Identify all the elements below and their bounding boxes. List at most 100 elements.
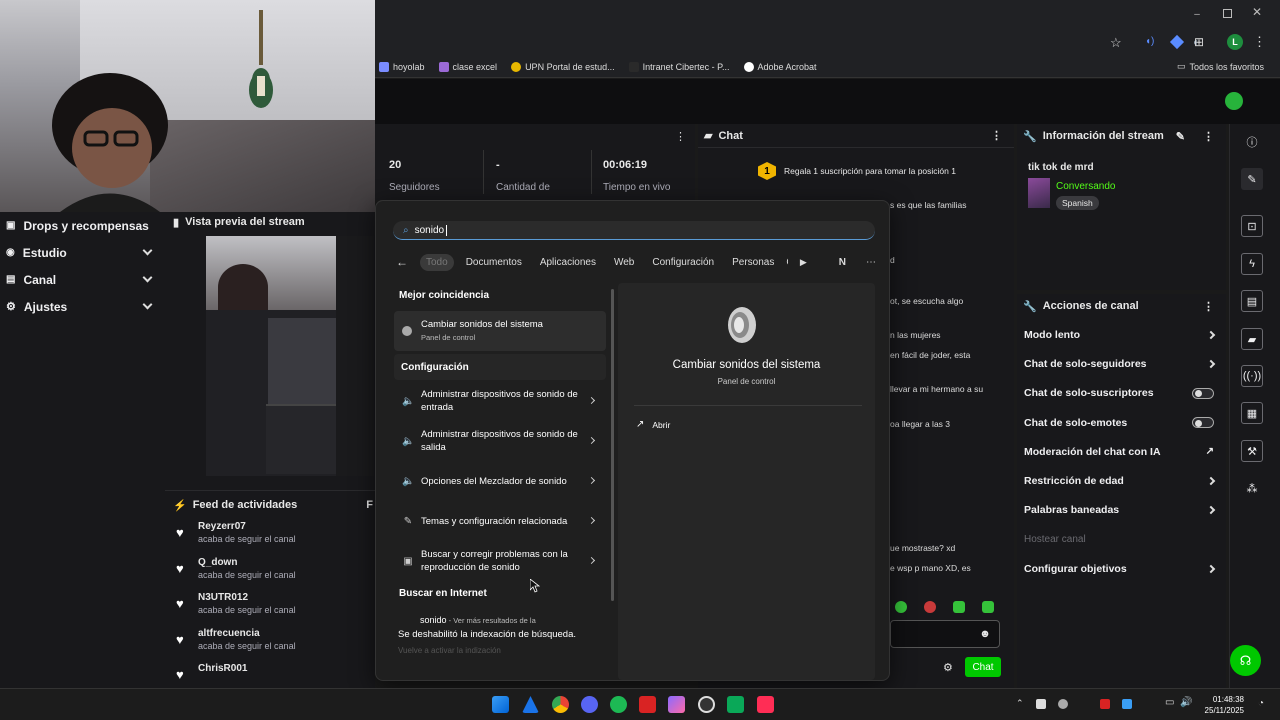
gift-sub-banner[interactable]: 1 Regala 1 suscripción para tomar la pos… [758, 162, 956, 180]
feed-item[interactable]: ♥ altfrecuencia acaba de seguir el canal [165, 626, 375, 662]
chat-send-button[interactable]: Chat [965, 657, 1001, 677]
start-button-icon[interactable] [492, 696, 509, 713]
notification-bell-icon[interactable]: ◔ [1258, 698, 1264, 709]
info-icon[interactable]: ⓘ [1241, 131, 1263, 153]
filter-all[interactable]: Todo [420, 253, 454, 271]
search-input[interactable]: ⌕ sonido [393, 221, 875, 240]
settings-result[interactable]: 🔈 Administrar dispositivos de sonido de e… [394, 381, 606, 421]
filter-apps[interactable]: Aplicaciones [534, 254, 602, 271]
filter-documents[interactable]: Documentos [460, 254, 528, 271]
filter-settings[interactable]: Configuración [646, 254, 720, 271]
action-followers-only[interactable]: Chat de solo-seguidores [1017, 349, 1226, 378]
file-explorer-icon[interactable] [522, 696, 539, 713]
extensions-puzzle-icon[interactable]: ⊞ [1192, 35, 1206, 49]
nav-estudio[interactable]: ◉ Estudio [0, 239, 165, 266]
emote-icon[interactable] [924, 601, 936, 613]
best-match-result[interactable]: Cambiar sonidos del sistema Panel de cont… [394, 311, 606, 351]
menu-kebab-icon[interactable]: ⋮ [675, 130, 686, 143]
edit-pencil-icon[interactable]: ✎ [1241, 168, 1263, 190]
chrome-icon[interactable] [552, 696, 569, 713]
emote-icon[interactable] [895, 601, 907, 613]
chevron-up-icon[interactable]: ⌃ [1016, 698, 1024, 709]
all-favorites-folder[interactable]: ▭ Todos los favoritos [1177, 61, 1264, 72]
settings-result[interactable]: ✎ Temas y configuración relacionada [394, 501, 606, 541]
filter-web[interactable]: Web [608, 254, 640, 271]
user-initial[interactable]: N [839, 257, 846, 268]
gear-icon[interactable]: ⚙ [943, 661, 953, 674]
youtube-icon[interactable] [639, 696, 656, 713]
bookmark-clase-excel[interactable]: clase excel [438, 61, 497, 72]
settings-result[interactable]: 🔈 Opciones del Mezclador de sonido [394, 461, 606, 501]
filter-more[interactable]: C [786, 254, 788, 271]
category-box-art[interactable] [1028, 178, 1050, 208]
app-icon[interactable] [668, 696, 685, 713]
feed-item[interactable]: ♥ Reyzerr07 acaba de seguir el canal [165, 519, 375, 555]
category-link[interactable]: Conversando [1056, 181, 1115, 192]
layout-icon[interactable]: ▦ [1241, 402, 1263, 424]
bookmark-upn[interactable]: UPN Portal de estud... [511, 61, 615, 72]
obs-icon[interactable] [698, 696, 715, 713]
tiktok-icon[interactable] [757, 696, 774, 713]
filter-people[interactable]: Personas [726, 254, 780, 271]
settings-result[interactable]: 🔈 Administrar dispositivos de sonido de s… [394, 421, 606, 461]
menu-kebab-icon[interactable]: ⋮ [1203, 130, 1214, 143]
tray-app-icon[interactable] [1122, 699, 1132, 709]
emote-only-toggle[interactable] [1192, 417, 1214, 429]
twitch-studio-icon[interactable] [727, 696, 744, 713]
wrench-icon[interactable]: ⚒ [1241, 440, 1263, 462]
emoji-icon[interactable]: ☻ [979, 628, 991, 640]
chat-bubble-icon[interactable]: ▰ [1241, 328, 1263, 350]
settings-result[interactable]: ▣ Buscar y corregir problemas con la repr… [394, 541, 606, 581]
broadcast-icon[interactable]: ((·)) [1241, 365, 1263, 387]
user-avatar[interactable] [1225, 92, 1243, 110]
network-icon[interactable]: ▭ [1165, 697, 1174, 708]
bookmark-adobe-acrobat[interactable]: Adobe Acrobat [743, 61, 817, 72]
nav-ajustes[interactable]: ⚙ Ajustes [0, 293, 165, 320]
action-banned-words[interactable]: Palabras baneadas [1017, 496, 1226, 525]
tag-chip[interactable]: Spanish [1056, 196, 1099, 210]
action-slow-mode[interactable]: Modo lento [1017, 320, 1226, 349]
bookmark-cibertec[interactable]: Intranet Cibertec - P... [628, 61, 730, 72]
emote-icon[interactable] [953, 601, 965, 613]
results-scrollbar[interactable] [611, 289, 614, 601]
maximize-icon[interactable] [1223, 9, 1232, 18]
action-emote-only[interactable]: Chat de solo-emotes [1017, 408, 1226, 437]
volume-icon[interactable]: 🔊 [1180, 697, 1192, 708]
bookmark-hoyolab[interactable]: hoyolab [379, 61, 425, 72]
action-subs-only[interactable]: Chat de solo-suscriptores [1017, 379, 1226, 408]
open-action[interactable]: ↗ Abrir [636, 419, 670, 430]
back-arrow-icon[interactable]: ← [396, 255, 408, 269]
subs-only-toggle[interactable] [1192, 387, 1214, 399]
menu-kebab-icon[interactable]: ⋮ [1253, 34, 1266, 50]
support-headset-icon[interactable]: ☊ [1230, 645, 1261, 676]
stream-preview-video[interactable] [206, 236, 374, 476]
feed-item[interactable]: ♥ Q_down acaba de seguir el canal [165, 555, 375, 591]
spotify-icon[interactable] [610, 696, 627, 713]
chat-input[interactable]: ☻ [890, 620, 1000, 648]
tray-app-icon[interactable] [1100, 699, 1110, 709]
profile-avatar-icon[interactable]: L [1227, 34, 1243, 50]
extension-icon[interactable]: ◖) [1145, 36, 1154, 47]
bookmark-star-icon[interactable]: ☆ [1110, 35, 1122, 51]
web-search-result[interactable]: sonido - Ver más resultados de la [420, 615, 590, 625]
bolt-icon[interactable]: ϟ [1241, 253, 1263, 275]
menu-kebab-icon[interactable]: ⋮ [1203, 300, 1214, 313]
minimize-icon[interactable]: – [1191, 8, 1203, 20]
more-actions-icon[interactable]: ⁂ [1241, 477, 1263, 499]
taskbar-clock[interactable]: 01:48:38 25/11/2025 [1205, 694, 1244, 716]
notes-icon[interactable]: ▤ [1241, 290, 1263, 312]
close-icon[interactable]: ✕ [1251, 5, 1263, 19]
clip-icon[interactable]: ⊡ [1241, 215, 1263, 237]
reenable-indexing-link[interactable]: Vuelve a activar la indización [398, 646, 608, 655]
action-ai-moderation[interactable]: Moderación del chat con IA ↗ [1017, 437, 1226, 466]
extension-icon[interactable] [1169, 34, 1185, 50]
discord-icon[interactable] [581, 696, 598, 713]
action-age-restriction[interactable]: Restricción de edad [1017, 466, 1226, 495]
menu-kebab-icon[interactable]: ⋮ [991, 129, 1002, 142]
more-options-icon[interactable]: ⋯ [866, 257, 876, 268]
nav-canal[interactable]: ▤ Canal [0, 266, 165, 293]
tray-discord-icon[interactable] [1058, 699, 1068, 709]
tray-app-icon[interactable] [1036, 699, 1046, 709]
play-icon[interactable]: ▶ [800, 257, 807, 268]
feed-item[interactable]: ♥ N3UTR012 acaba de seguir el canal [165, 590, 375, 626]
